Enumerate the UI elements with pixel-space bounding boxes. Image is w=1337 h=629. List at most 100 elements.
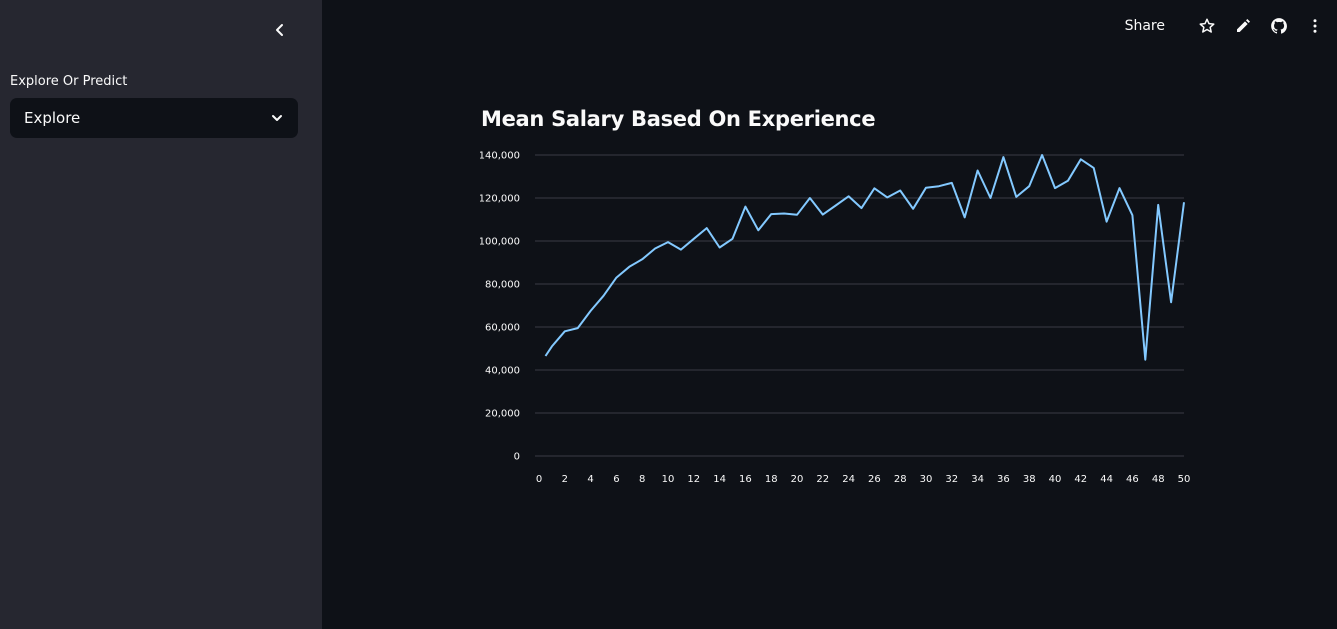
- x-tick-label: 0: [536, 474, 542, 485]
- x-tick-label: 42: [1074, 474, 1087, 485]
- data-point[interactable]: [1181, 199, 1187, 205]
- data-point[interactable]: [742, 204, 748, 210]
- data-point[interactable]: [562, 328, 568, 334]
- data-point[interactable]: [846, 193, 852, 199]
- x-tick-label: 50: [1178, 474, 1191, 485]
- x-tick-label: 48: [1152, 474, 1165, 485]
- x-tick-label: 12: [687, 474, 700, 485]
- data-point[interactable]: [691, 236, 697, 242]
- data-point[interactable]: [884, 194, 890, 200]
- collapse-sidebar-button[interactable]: [268, 18, 292, 42]
- y-tick-label: 60,000: [485, 323, 520, 334]
- data-point[interactable]: [1104, 219, 1110, 225]
- data-point[interactable]: [665, 239, 671, 245]
- data-point[interactable]: [1000, 154, 1006, 160]
- data-point[interactable]: [755, 227, 761, 233]
- x-tick-label: 28: [894, 474, 907, 485]
- x-tick-label: 44: [1100, 474, 1113, 485]
- data-point[interactable]: [859, 205, 865, 211]
- data-point[interactable]: [1026, 183, 1032, 189]
- data-point[interactable]: [588, 308, 594, 314]
- x-tick-label: 36: [997, 474, 1010, 485]
- data-point[interactable]: [549, 343, 555, 349]
- x-tick-label: 34: [971, 474, 984, 485]
- data-point[interactable]: [1052, 185, 1058, 191]
- x-tick-label: 10: [662, 474, 675, 485]
- x-tick-label: 4: [587, 474, 593, 485]
- data-point[interactable]: [601, 293, 607, 299]
- data-point[interactable]: [639, 256, 645, 262]
- line-chart: 0 20,000 40,000 60,000 80,000 100,000 120,000 1…: [480, 151, 1191, 486]
- y-tick-label: 80,000: [485, 280, 520, 291]
- data-point[interactable]: [542, 353, 548, 359]
- data-point[interactable]: [781, 210, 787, 216]
- y-tick-label: 140,000: [480, 151, 520, 162]
- data-point[interactable]: [1168, 299, 1174, 305]
- star-icon[interactable]: [1195, 14, 1219, 38]
- x-tick-label: 32: [945, 474, 958, 485]
- data-point[interactable]: [820, 212, 826, 218]
- x-tick-label: 40: [1049, 474, 1062, 485]
- y-tick-label: 20,000: [485, 409, 520, 420]
- x-tick-label: 30: [920, 474, 933, 485]
- data-point[interactable]: [575, 325, 581, 331]
- x-tick-label: 18: [765, 474, 778, 485]
- y-tick-label: 40,000: [485, 366, 520, 377]
- data-point[interactable]: [768, 211, 774, 217]
- data-point[interactable]: [871, 185, 877, 191]
- data-point[interactable]: [1142, 357, 1148, 363]
- data-point[interactable]: [833, 203, 839, 209]
- data-point[interactable]: [1129, 212, 1135, 218]
- github-icon[interactable]: [1267, 14, 1291, 38]
- y-tick-label: 120,000: [480, 194, 520, 205]
- sidebar: Explore Or Predict Explore: [0, 0, 322, 629]
- data-point[interactable]: [910, 206, 916, 212]
- x-tick-label: 16: [739, 474, 752, 485]
- x-tick-label: 6: [613, 474, 619, 485]
- data-point[interactable]: [613, 275, 619, 281]
- data-point[interactable]: [1039, 152, 1045, 158]
- data-point[interactable]: [975, 167, 981, 173]
- data-point[interactable]: [1013, 194, 1019, 200]
- data-point[interactable]: [936, 183, 942, 189]
- data-point[interactable]: [1155, 202, 1161, 208]
- x-tick-label: 20: [791, 474, 804, 485]
- chevron-left-icon: [276, 24, 283, 36]
- data-point[interactable]: [794, 212, 800, 218]
- top-toolbar: Share: [1125, 14, 1327, 38]
- data-point[interactable]: [730, 236, 736, 242]
- data-point[interactable]: [652, 246, 658, 252]
- data-point[interactable]: [807, 195, 813, 201]
- x-tick-label: 46: [1126, 474, 1139, 485]
- more-vertical-icon[interactable]: [1303, 14, 1327, 38]
- select-value: Explore: [24, 109, 81, 127]
- data-point[interactable]: [717, 244, 723, 250]
- x-tick-label: 24: [842, 474, 855, 485]
- chart-title: Mean Salary Based On Experience: [481, 107, 876, 131]
- data-point[interactable]: [626, 264, 632, 270]
- x-tick-label: 8: [639, 474, 645, 485]
- edit-icon[interactable]: [1231, 14, 1255, 38]
- x-tick-label: 22: [816, 474, 829, 485]
- share-button[interactable]: Share: [1125, 18, 1165, 34]
- data-point[interactable]: [962, 214, 968, 220]
- data-point[interactable]: [678, 247, 684, 253]
- data-point[interactable]: [988, 195, 994, 201]
- x-tick-label: 26: [868, 474, 881, 485]
- select-label: Explore Or Predict: [10, 74, 128, 89]
- y-tick-label: 0: [514, 452, 520, 463]
- data-point[interactable]: [1091, 165, 1097, 171]
- y-tick-label: 100,000: [480, 237, 520, 248]
- data-point[interactable]: [1065, 178, 1071, 184]
- explore-predict-select[interactable]: Explore: [10, 98, 298, 138]
- data-point[interactable]: [1078, 156, 1084, 162]
- x-tick-label: 14: [713, 474, 726, 485]
- chevron-down-icon: [272, 115, 282, 121]
- data-point[interactable]: [1117, 185, 1123, 191]
- x-tick-label: 2: [562, 474, 568, 485]
- data-point[interactable]: [949, 180, 955, 186]
- data-point[interactable]: [897, 187, 903, 193]
- data-point[interactable]: [923, 185, 929, 191]
- x-tick-label: 38: [1023, 474, 1036, 485]
- data-point[interactable]: [704, 225, 710, 231]
